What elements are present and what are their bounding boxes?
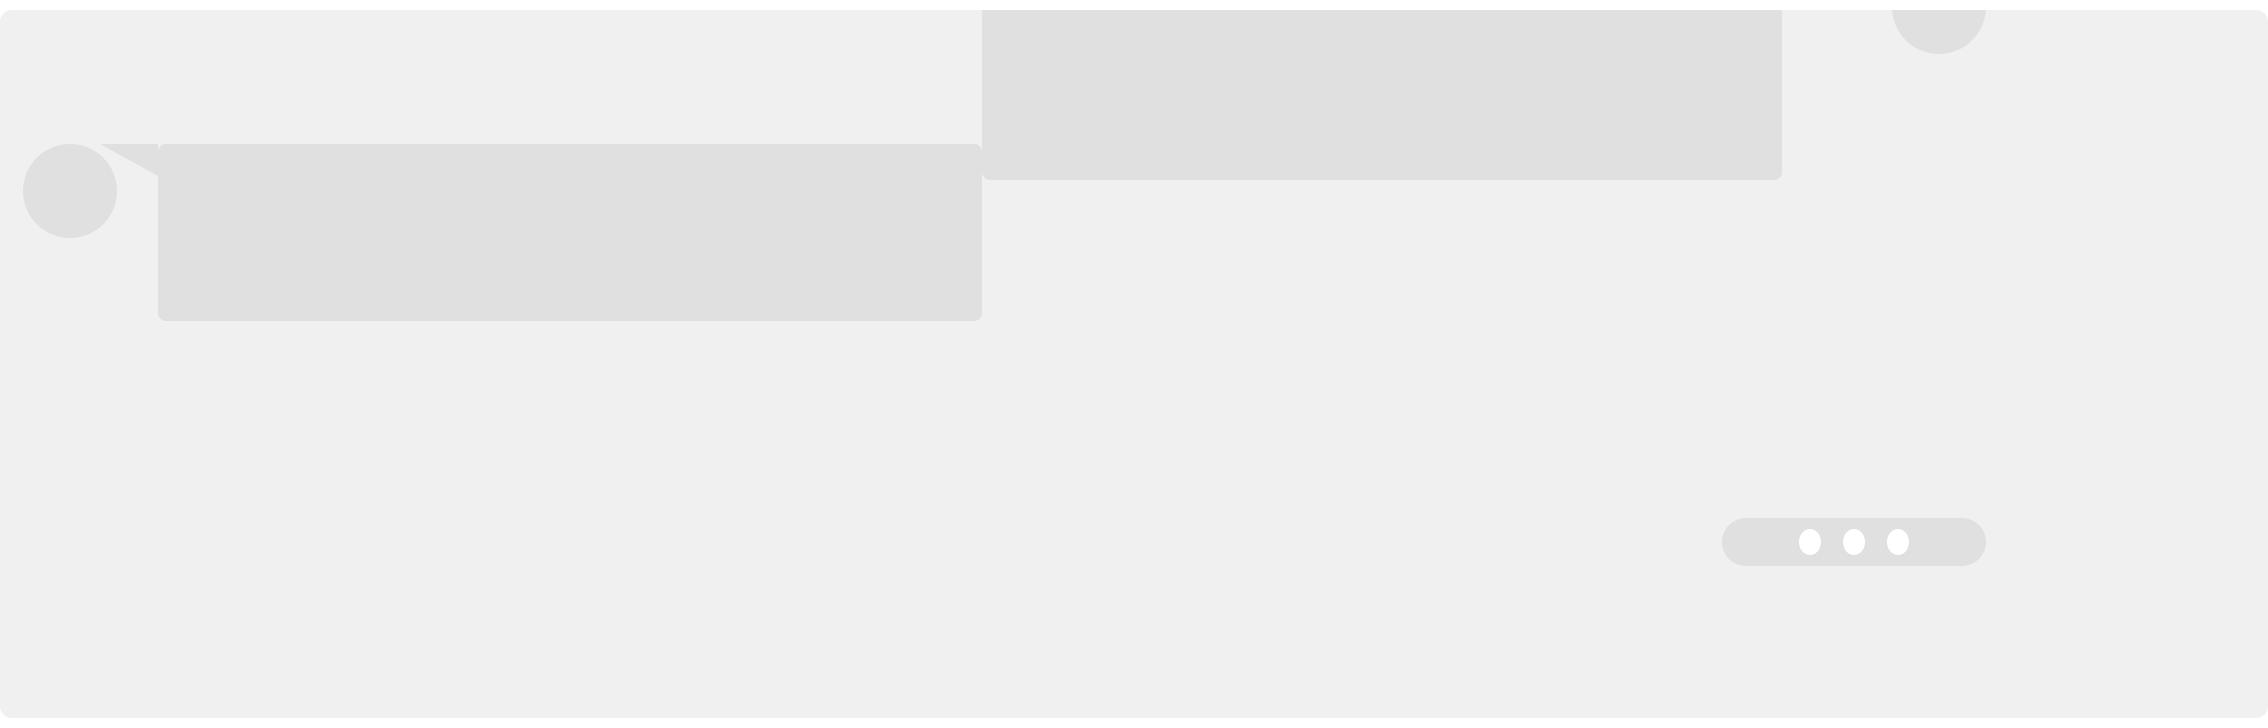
chat-window bbox=[0, 10, 2268, 718]
typing-dot-icon bbox=[1799, 529, 1821, 555]
typing-dot-icon bbox=[1843, 529, 1865, 555]
message-bubble-incoming bbox=[100, 144, 982, 321]
bubble-body bbox=[158, 144, 982, 321]
message-bubble-outgoing bbox=[982, 10, 1782, 180]
typing-dot-icon bbox=[1887, 529, 1909, 555]
typing-indicator bbox=[1722, 518, 1986, 566]
avatar-self bbox=[1892, 10, 1986, 54]
bubble-tail bbox=[100, 144, 158, 176]
